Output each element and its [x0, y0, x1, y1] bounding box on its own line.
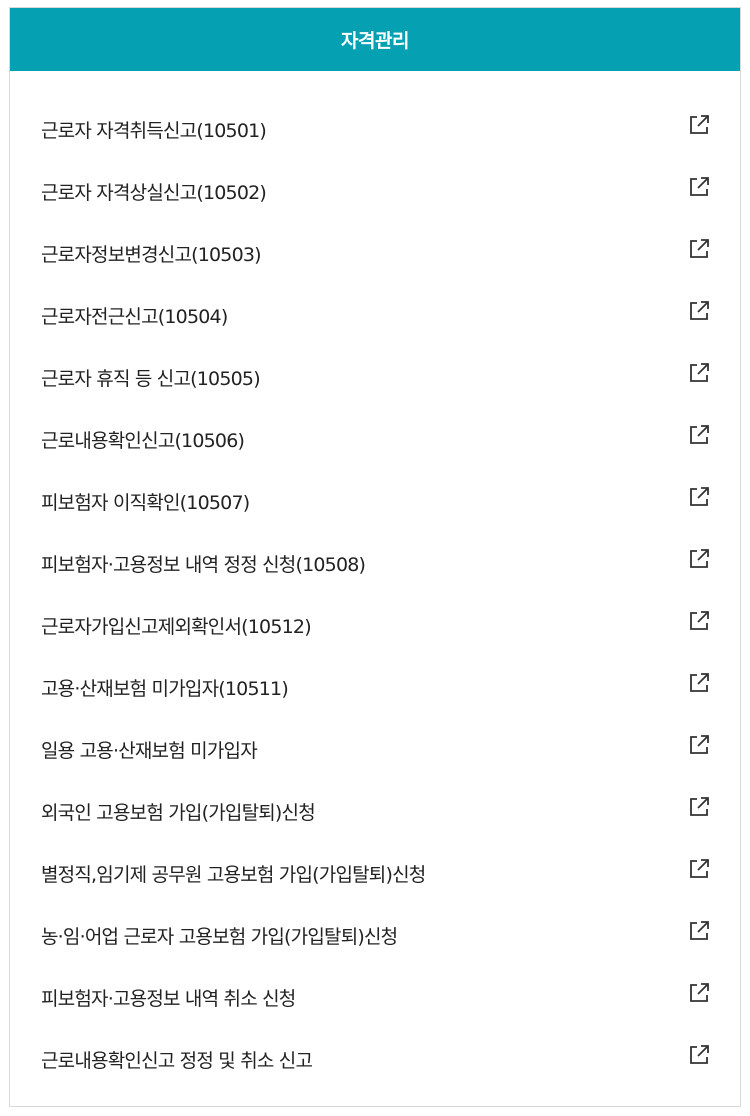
- menu-item-label: 근로자전근신고(10504): [41, 305, 228, 328]
- menu-item[interactable]: 근로내용확인신고(10506): [10, 408, 740, 470]
- menu-item[interactable]: 근로자 휴직 등 신고(10505): [10, 346, 740, 408]
- menu-item-label: 농·임·어업 근로자 고용보험 가입(가입탈퇴)신청: [41, 925, 398, 948]
- menu-item-label: 일용 고용·산재보험 미가입자: [41, 739, 258, 762]
- menu-item-label: 근로내용확인신고 정정 및 취소 신고: [41, 1049, 313, 1072]
- external-link-icon[interactable]: [686, 484, 712, 510]
- external-link-icon[interactable]: [686, 670, 712, 696]
- menu-item[interactable]: 별정직,임기제 공무원 고용보험 가입(가입탈퇴)신청: [10, 842, 740, 904]
- menu-item-label: 근로자 자격취득신고(10501): [41, 119, 267, 142]
- external-link-icon[interactable]: [686, 236, 712, 262]
- external-link-icon[interactable]: [686, 608, 712, 634]
- menu-item-label: 피보험자 이직확인(10507): [41, 491, 250, 514]
- external-link-icon[interactable]: [686, 794, 712, 820]
- external-link-icon[interactable]: [686, 1042, 712, 1068]
- menu-item-label: 피보험자·고용정보 내역 정정 신청(10508): [41, 553, 366, 576]
- menu-list: 근로자 자격취득신고(10501) 근로자 자격상실신고(10502) 근로자정…: [10, 71, 740, 1090]
- external-link-icon[interactable]: [686, 856, 712, 882]
- menu-item[interactable]: 근로자 자격취득신고(10501): [10, 98, 740, 160]
- menu-item[interactable]: 농·임·어업 근로자 고용보험 가입(가입탈퇴)신청: [10, 904, 740, 966]
- menu-item-label: 근로자 휴직 등 신고(10505): [41, 367, 261, 390]
- menu-item-label: 피보험자·고용정보 내역 취소 신청: [41, 987, 296, 1010]
- menu-item[interactable]: 근로자전근신고(10504): [10, 284, 740, 346]
- menu-item-label: 고용·산재보험 미가입자(10511): [41, 677, 289, 700]
- menu-item[interactable]: 근로자정보변경신고(10503): [10, 222, 740, 284]
- menu-item-label: 외국인 고용보험 가입(가입탈퇴)신청: [41, 801, 316, 824]
- external-link-icon[interactable]: [686, 732, 712, 758]
- menu-item-label: 근로자가입신고제외확인서(10512): [41, 615, 312, 638]
- menu-item[interactable]: 근로자가입신고제외확인서(10512): [10, 594, 740, 656]
- menu-item[interactable]: 근로자 자격상실신고(10502): [10, 160, 740, 222]
- external-link-icon[interactable]: [686, 422, 712, 448]
- external-link-icon[interactable]: [686, 546, 712, 572]
- menu-item-label: 근로내용확인신고(10506): [41, 429, 245, 452]
- panel-header: 자격관리: [10, 8, 740, 71]
- menu-item[interactable]: 피보험자·고용정보 내역 정정 신청(10508): [10, 532, 740, 594]
- menu-item[interactable]: 고용·산재보험 미가입자(10511): [10, 656, 740, 718]
- panel-title: 자격관리: [341, 30, 409, 52]
- external-link-icon[interactable]: [686, 112, 712, 138]
- external-link-icon[interactable]: [686, 298, 712, 324]
- external-link-icon[interactable]: [686, 360, 712, 386]
- external-link-icon[interactable]: [686, 918, 712, 944]
- qualification-management-panel: 자격관리 근로자 자격취득신고(10501) 근로자 자격상실신고(10502)…: [9, 7, 741, 1107]
- menu-item[interactable]: 일용 고용·산재보험 미가입자: [10, 718, 740, 780]
- external-link-icon[interactable]: [686, 980, 712, 1006]
- menu-item[interactable]: 외국인 고용보험 가입(가입탈퇴)신청: [10, 780, 740, 842]
- menu-item[interactable]: 근로내용확인신고 정정 및 취소 신고: [10, 1028, 740, 1090]
- external-link-icon[interactable]: [686, 174, 712, 200]
- menu-item-label: 근로자정보변경신고(10503): [41, 243, 262, 266]
- menu-item-label: 별정직,임기제 공무원 고용보험 가입(가입탈퇴)신청: [41, 863, 426, 886]
- menu-item-label: 근로자 자격상실신고(10502): [41, 181, 267, 204]
- menu-item[interactable]: 피보험자·고용정보 내역 취소 신청: [10, 966, 740, 1028]
- menu-item[interactable]: 피보험자 이직확인(10507): [10, 470, 740, 532]
